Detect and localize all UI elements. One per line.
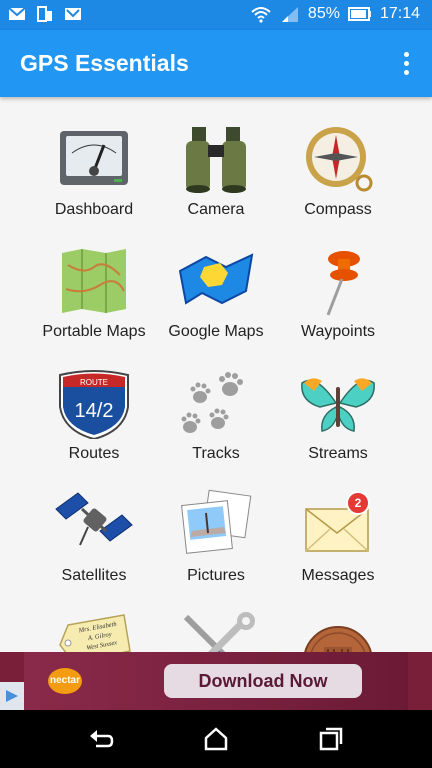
status-bar: 85% 17:14 [0, 0, 432, 30]
envelope-icon-wrap: 2 [298, 489, 378, 561]
ad-content[interactable]: nectar Download Now [24, 652, 408, 710]
tile-compass[interactable]: Compass [268, 105, 408, 223]
tile-waypoints[interactable]: Waypoints [268, 227, 408, 345]
status-time: 17:14 [379, 5, 420, 22]
tile-label: Tracks [192, 445, 240, 462]
tile-label: Messages [301, 567, 375, 584]
tile-dashboard[interactable]: Dashboard [24, 105, 164, 223]
battery-percent: 85% [307, 5, 340, 22]
tag-icon: Mrs. Elisabeth A. Gilroy West Sussex [59, 614, 131, 653]
navigation-bar [0, 710, 432, 768]
battery-icon [347, 7, 371, 21]
route-shield-icon: ROUTE 14/2 [59, 370, 129, 439]
app-bar: GPS Essentials [0, 30, 432, 97]
tools-icon [183, 612, 255, 653]
tile-label: Streams [308, 445, 368, 462]
tile-camera[interactable]: Camera [146, 105, 286, 223]
gmail-notification-icon [8, 7, 26, 20]
signal-icon [281, 7, 298, 22]
photos-icon [181, 489, 252, 554]
home-icon[interactable] [203, 726, 229, 752]
tile-routes[interactable]: ROUTE 14/2 Routes [24, 349, 164, 467]
tile-label: Routes [68, 445, 120, 462]
compass-icon [306, 127, 373, 192]
tile-coin[interactable] [268, 593, 408, 653]
tile-pictures[interactable]: Pictures [146, 471, 286, 589]
tile-label: Portable Maps [42, 323, 146, 340]
tile-label: Camera [187, 201, 245, 218]
tile-portable-maps[interactable]: Portable Maps [24, 227, 164, 345]
tile-label: Google Maps [168, 323, 264, 340]
wifi-icon [251, 7, 271, 23]
nectar-logo: nectar [48, 668, 82, 694]
tile-streams[interactable]: Streams [268, 349, 408, 467]
tile-label: Satellites [61, 567, 127, 584]
tile-tools[interactable] [146, 593, 286, 653]
butterfly-icon [301, 378, 375, 432]
pushpin-icon [326, 251, 360, 316]
back-icon[interactable] [88, 726, 114, 752]
ad-banner[interactable]: nectar Download Now [0, 652, 432, 710]
paw-tracks-icon [181, 372, 243, 433]
tile-label: Waypoints [300, 323, 376, 340]
devices-notification-icon [37, 6, 52, 22]
coin-icon [303, 626, 373, 653]
overflow-menu-button[interactable] [394, 48, 418, 80]
tile-tag[interactable]: Mrs. Elisabeth A. Gilroy West Sussex [24, 593, 164, 653]
tile-messages[interactable]: 2 Messages [268, 471, 408, 589]
route-sign-number: 14/2 [75, 400, 114, 422]
tile-label: Pictures [187, 567, 245, 584]
google-map-icon [178, 253, 254, 305]
adchoices-icon[interactable] [0, 682, 24, 710]
tile-label: Dashboard [54, 201, 134, 218]
satellite-icon [55, 492, 133, 546]
app-title: GPS Essentials [20, 50, 189, 76]
binoculars-icon [186, 127, 246, 193]
recent-apps-icon[interactable] [318, 726, 344, 752]
portable-map-icon [62, 249, 126, 313]
route-sign-top: ROUTE [80, 378, 108, 387]
tile-google-maps[interactable]: Google Maps [146, 227, 286, 345]
download-now-button[interactable]: Download Now [164, 664, 362, 698]
tools-grid: Dashboard Camera Compass Portable Maps G… [0, 97, 432, 653]
more-vert-icon [403, 52, 409, 57]
tile-satellites[interactable]: Satellites [24, 471, 164, 589]
tile-label: Compass [304, 201, 372, 218]
tile-tracks[interactable]: Tracks [146, 349, 286, 467]
unread-badge: 2 [346, 491, 370, 515]
dashboard-icon [60, 131, 128, 185]
mail-notification-icon [65, 8, 81, 20]
